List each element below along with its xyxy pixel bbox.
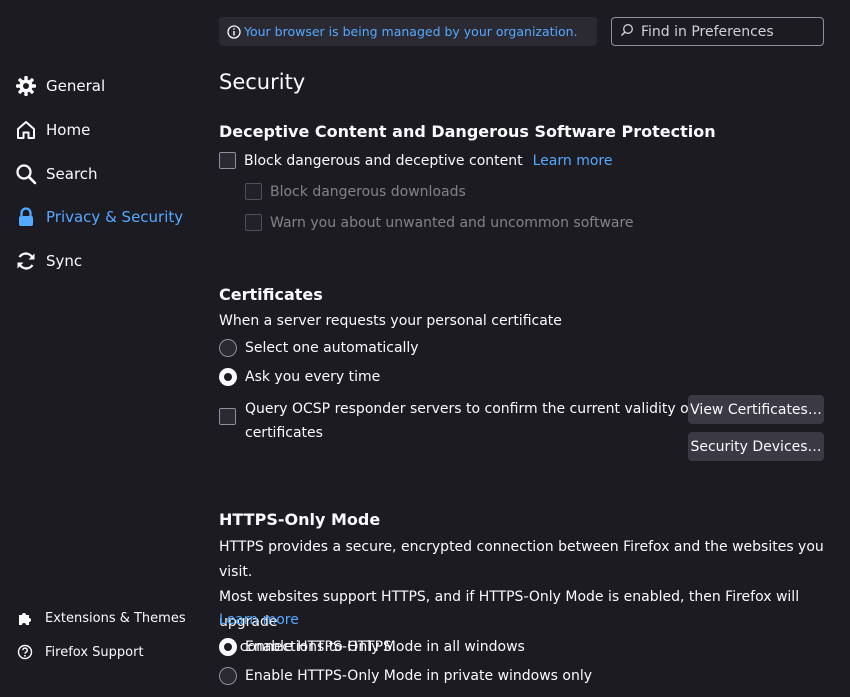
sidebar-firefox-support[interactable]: Firefox Support [16, 640, 144, 664]
cert-ask-radio[interactable] [219, 368, 237, 386]
sidebar-item-general[interactable]: General [14, 70, 105, 102]
sidebar-item-home[interactable]: Home [14, 114, 90, 146]
view-certificates-button[interactable]: View Certificates… [688, 395, 824, 424]
https-private-only-label[interactable]: Enable HTTPS-Only Mode in private window… [245, 668, 592, 684]
search-box[interactable] [611, 17, 824, 46]
cert-select-auto-row[interactable]: Select one automatically [219, 339, 419, 357]
https-all-windows-label[interactable]: Enable HTTPS-Only Mode in all windows [245, 639, 525, 655]
cert-select-auto-label[interactable]: Select one automatically [245, 340, 419, 356]
help-icon [16, 643, 34, 661]
policy-notice-text[interactable]: Your browser is being managed by your or… [244, 24, 578, 39]
security-devices-button[interactable]: Security Devices… [688, 432, 824, 461]
block-downloads-checkbox-row[interactable]: Block dangerous downloads [245, 183, 466, 200]
search-icon [620, 23, 634, 41]
sync-icon [14, 249, 38, 273]
warn-unwanted-checkbox[interactable] [245, 214, 262, 231]
block-downloads-label: Block dangerous downloads [270, 183, 466, 200]
sidebar-item-label: Sync [46, 252, 83, 270]
deceptive-heading: Deceptive Content and Dangerous Software… [219, 122, 716, 141]
deceptive-learn-more-link[interactable]: Learn more [533, 153, 613, 169]
cert-select-auto-radio[interactable] [219, 339, 237, 357]
block-deceptive-checkbox[interactable] [219, 152, 236, 169]
https-desc-line1: HTTPS provides a secure, encrypted conne… [219, 539, 824, 580]
https-all-windows-radio[interactable] [219, 638, 237, 656]
warn-unwanted-checkbox-row[interactable]: Warn you about unwanted and uncommon sof… [245, 214, 634, 231]
https-all-windows-row[interactable]: Enable HTTPS-Only Mode in all windows [219, 638, 525, 656]
search-input[interactable] [639, 22, 823, 41]
cert-ask-row[interactable]: Ask you every time [219, 368, 380, 386]
page-title: Security [219, 70, 306, 94]
policy-notice[interactable]: Your browser is being managed by your or… [219, 17, 597, 46]
puzzle-icon [16, 609, 34, 627]
warn-unwanted-label: Warn you about unwanted and uncommon sof… [270, 214, 634, 231]
home-icon [14, 118, 38, 142]
sidebar-support-label: Firefox Support [45, 644, 144, 660]
block-deceptive-label[interactable]: Block dangerous and deceptive content [244, 153, 523, 169]
search-icon [14, 162, 38, 186]
https-learn-more-link[interactable]: Learn more [219, 612, 299, 628]
sidebar-extensions-label: Extensions & Themes [45, 610, 186, 626]
sidebar-item-sync[interactable]: Sync [14, 245, 82, 277]
https-desc-line2: Most websites support HTTPS, and if HTTP… [219, 589, 800, 630]
block-downloads-checkbox[interactable] [245, 183, 262, 200]
gear-icon [14, 74, 38, 98]
info-icon [227, 24, 241, 39]
cert-ask-label[interactable]: Ask you every time [245, 369, 380, 385]
https-private-only-row[interactable]: Enable HTTPS-Only Mode in private window… [219, 667, 592, 685]
certificates-heading: Certificates [219, 285, 323, 304]
sidebar-item-label: Privacy & Security [46, 208, 184, 226]
sidebar-item-label: General [46, 77, 106, 95]
ocsp-label-line2: certificates [245, 425, 323, 441]
https-only-heading: HTTPS-Only Mode [219, 510, 381, 529]
sidebar-item-label: Search [46, 165, 98, 183]
sidebar-item-label: Home [46, 121, 91, 139]
certificates-intro: When a server requests your personal cer… [219, 313, 562, 329]
sidebar-item-search[interactable]: Search [14, 158, 98, 190]
https-private-only-radio[interactable] [219, 667, 237, 685]
block-deceptive-checkbox-row[interactable]: Block dangerous and deceptive content Le… [219, 152, 612, 169]
lock-icon [14, 205, 38, 229]
ocsp-checkbox-row[interactable] [219, 408, 244, 425]
sidebar-extensions-themes[interactable]: Extensions & Themes [16, 606, 186, 630]
ocsp-label-line1: Query OCSP responder servers to confirm … [245, 401, 694, 417]
sidebar-item-privacy-security[interactable]: Privacy & Security [14, 201, 183, 233]
ocsp-label[interactable]: Query OCSP responder servers to confirm … [245, 397, 694, 445]
ocsp-checkbox[interactable] [219, 408, 236, 425]
